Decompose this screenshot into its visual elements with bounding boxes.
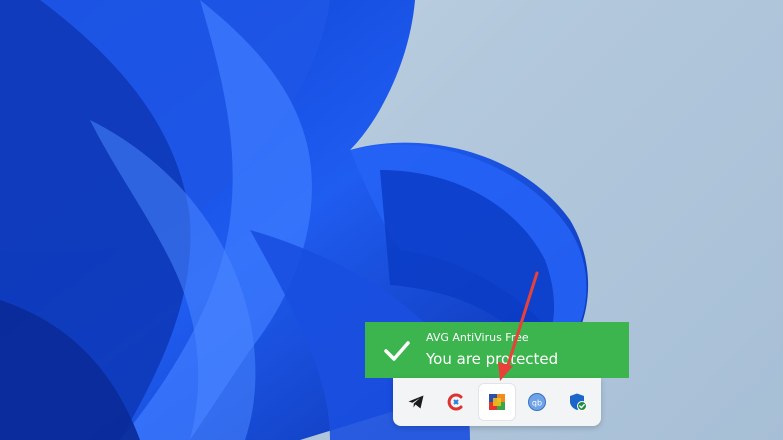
notification-app-name: AVG AntiVirus Free	[426, 331, 529, 344]
svg-text:qb: qb	[532, 399, 542, 408]
avg-icon	[489, 394, 505, 410]
checkmark-icon	[384, 341, 410, 361]
qbittorrent-icon: qb	[528, 393, 546, 411]
tray-item-qbittorrent[interactable]: qb	[519, 384, 555, 420]
tray-item-avg[interactable]	[479, 384, 515, 420]
notification-toast[interactable]: AVG AntiVirus Free You are protected	[365, 322, 629, 378]
desktop: AVG AntiVirus Free You are protected qb	[0, 0, 783, 440]
tray-item-ccleaner[interactable]	[438, 384, 474, 420]
telegram-icon	[408, 395, 424, 409]
tray-item-windows-security[interactable]	[560, 384, 596, 420]
ccleaner-icon	[447, 393, 463, 411]
system-tray-overflow: qb	[393, 378, 601, 426]
tray-item-telegram[interactable]	[398, 384, 434, 420]
windows-security-icon	[570, 393, 587, 411]
notification-message: You are protected	[426, 350, 559, 368]
